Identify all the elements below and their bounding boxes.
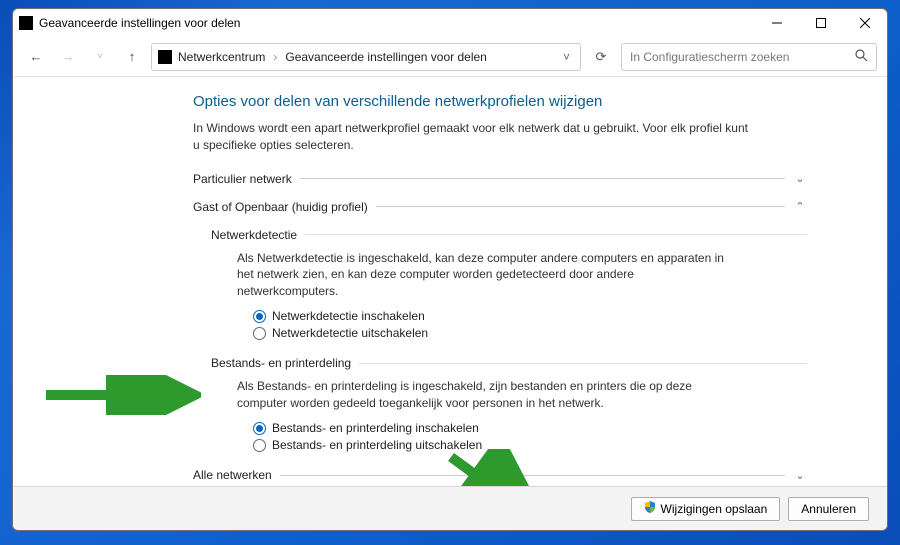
radio-icon — [253, 439, 266, 452]
file-printer-desc: Als Bestands- en printerdeling is ingesc… — [237, 378, 737, 411]
cancel-button[interactable]: Annuleren — [788, 497, 869, 521]
divider — [300, 178, 785, 179]
chevron-down-icon: ⌄ — [793, 172, 807, 185]
radio-icon — [253, 422, 266, 435]
profile-guest-header[interactable]: Gast of Openbaar (huidig profiel) ⌃ — [193, 200, 807, 214]
divider — [280, 475, 785, 476]
window-title: Geavanceerde instellingen voor delen — [39, 16, 755, 30]
file-printer-radios: Bestands- en printerdeling inschakelen B… — [253, 421, 807, 452]
profile-all-label: Alle netwerken — [193, 468, 272, 482]
content-area: Opties voor delen van verschillende netw… — [13, 77, 887, 486]
location-icon — [158, 50, 172, 64]
radio-nd-off[interactable]: Netwerkdetectie uitschakelen — [253, 326, 807, 340]
chevron-down-icon: ⌄ — [793, 469, 807, 482]
profile-private-header[interactable]: Particulier netwerk ⌄ — [193, 172, 807, 186]
profile-guest-label: Gast of Openbaar (huidig profiel) — [193, 200, 368, 214]
save-button-label: Wijzigingen opslaan — [661, 502, 768, 516]
network-discovery-desc: Als Netwerkdetectie is ingeschakeld, kan… — [237, 250, 737, 300]
address-dropdown-icon[interactable]: ˅ — [559, 50, 574, 64]
back-button[interactable]: ← — [23, 44, 49, 70]
up-button[interactable]: ↑ — [119, 44, 145, 70]
page-heading: Opties voor delen van verschillende netw… — [193, 93, 807, 110]
navbar: ← → ˅ ↑ Netwerkcentrum › Geavanceerde in… — [13, 37, 887, 77]
refresh-button[interactable]: ⟳ — [587, 44, 615, 70]
radio-fp-off-label: Bestands- en printerdeling uitschakelen — [272, 438, 482, 452]
divider — [359, 363, 807, 364]
page-intro: In Windows wordt een apart netwerkprofie… — [193, 120, 753, 154]
search-icon — [855, 49, 868, 65]
radio-nd-on-label: Netwerkdetectie inschakelen — [272, 309, 425, 323]
chevron-up-icon: ⌃ — [793, 200, 807, 213]
file-printer-subhead: Bestands- en printerdeling — [211, 356, 807, 370]
breadcrumb-part[interactable]: Geavanceerde instellingen voor delen — [285, 50, 486, 64]
divider — [376, 206, 785, 207]
search-box[interactable]: In Configuratiescherm zoeken — [621, 43, 877, 71]
close-button[interactable] — [843, 9, 887, 37]
profile-private-label: Particulier netwerk — [193, 172, 292, 186]
radio-icon — [253, 310, 266, 323]
file-printer-label: Bestands- en printerdeling — [211, 356, 351, 370]
radio-nd-on[interactable]: Netwerkdetectie inschakelen — [253, 309, 807, 323]
network-discovery-subhead: Netwerkdetectie — [211, 228, 807, 242]
footer: Wijzigingen opslaan Annuleren — [13, 486, 887, 530]
recent-button[interactable]: ˅ — [87, 44, 113, 70]
radio-nd-off-label: Netwerkdetectie uitschakelen — [272, 326, 428, 340]
cancel-button-label: Annuleren — [801, 502, 856, 516]
app-icon — [19, 16, 33, 30]
maximize-button[interactable] — [799, 9, 843, 37]
radio-fp-on[interactable]: Bestands- en printerdeling inschakelen — [253, 421, 807, 435]
breadcrumb-sep-icon: › — [271, 50, 279, 64]
address-bar[interactable]: Netwerkcentrum › Geavanceerde instelling… — [151, 43, 581, 71]
radio-icon — [253, 327, 266, 340]
save-button[interactable]: Wijzigingen opslaan — [631, 497, 781, 521]
divider — [305, 234, 807, 235]
radio-fp-on-label: Bestands- en printerdeling inschakelen — [272, 421, 479, 435]
minimize-button[interactable] — [755, 9, 799, 37]
network-discovery-label: Netwerkdetectie — [211, 228, 297, 242]
breadcrumb-part[interactable]: Netwerkcentrum — [178, 50, 265, 64]
window: Geavanceerde instellingen voor delen ← →… — [12, 8, 888, 531]
titlebar: Geavanceerde instellingen voor delen — [13, 9, 887, 37]
shield-icon — [644, 501, 656, 516]
network-discovery-radios: Netwerkdetectie inschakelen Netwerkdetec… — [253, 309, 807, 340]
profile-all-header[interactable]: Alle netwerken ⌄ — [193, 468, 807, 482]
forward-button[interactable]: → — [55, 44, 81, 70]
radio-fp-off[interactable]: Bestands- en printerdeling uitschakelen — [253, 438, 807, 452]
annotation-arrow-icon — [41, 375, 201, 415]
search-placeholder: In Configuratiescherm zoeken — [630, 50, 789, 64]
